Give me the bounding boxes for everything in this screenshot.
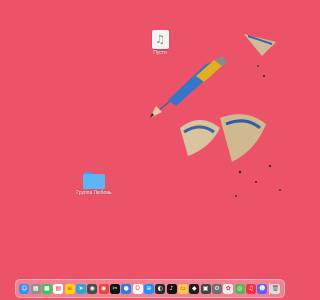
- app-icon[interactable]: ♪: [166, 283, 177, 294]
- capcut-icon[interactable]: ✂: [109, 283, 120, 294]
- pencil-shavings: [180, 34, 281, 197]
- chrome-icon[interactable]: ◉: [98, 283, 109, 294]
- music-icon[interactable]: ♫: [245, 283, 256, 294]
- facetime-icon[interactable]: ■: [41, 283, 52, 294]
- app-icon[interactable]: ▣: [200, 283, 211, 294]
- figma-icon[interactable]: ◆: [189, 283, 200, 294]
- discord-icon[interactable]: ☻: [257, 283, 268, 294]
- telegram-icon[interactable]: ➤: [75, 283, 86, 294]
- desktop-folder-label: Группа Любовь: [76, 190, 112, 196]
- folder-icon: [83, 172, 105, 189]
- trash-icon[interactable]: 🗑: [270, 283, 281, 294]
- finder-icon[interactable]: ☺: [19, 283, 30, 294]
- app-icon[interactable]: ◎: [234, 283, 245, 294]
- safari-icon[interactable]: ⊕: [143, 283, 154, 294]
- calendar-icon[interactable]: ▤: [53, 283, 64, 294]
- settings-icon[interactable]: ⚙: [211, 283, 222, 294]
- music-file-icon: ♫: [151, 30, 169, 49]
- desktop-file-label: Пусто: [153, 50, 167, 56]
- browser-icon[interactable]: ◉: [87, 283, 98, 294]
- app-icon[interactable]: ●: [121, 283, 132, 294]
- notes-icon[interactable]: ▭: [177, 283, 188, 294]
- pencil: [150, 56, 228, 118]
- notes-icon[interactable]: ≡: [64, 283, 75, 294]
- launchpad-icon[interactable]: ▦: [30, 283, 41, 294]
- desktop-folder-gruppa-lyubov[interactable]: Группа Любовь: [72, 172, 116, 196]
- desktop-file-pusto[interactable]: ♫ Пусто: [146, 30, 174, 56]
- dock-separator: [268, 282, 270, 295]
- dock: ☺ ▦ ■ ▤ ≡ ➤ ◉ ◉ ✂ ● O ⊕ ◐ ♪ ▭ ◆ ▣ ⚙ ✿ ◎ ♫ ☻ 🗑: [15, 279, 285, 298]
- opera-icon[interactable]: O: [132, 283, 143, 294]
- photos-icon[interactable]: ✿: [223, 283, 234, 294]
- app-icon[interactable]: ◐: [155, 283, 166, 294]
